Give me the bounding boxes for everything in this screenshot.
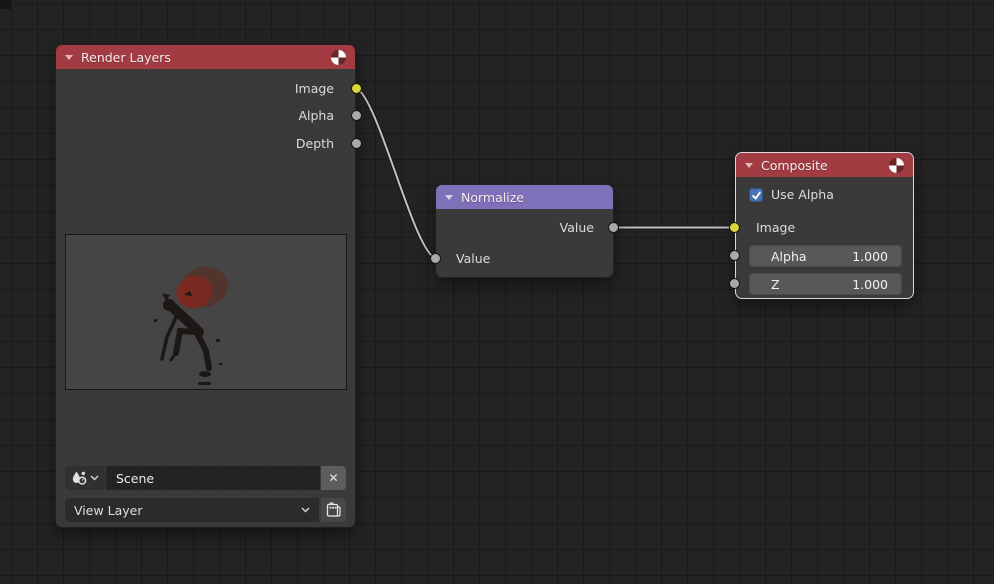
node-composite[interactable]: Composite Use Alpha Image Alpha 1.000 Z … (735, 152, 914, 299)
node-editor-canvas[interactable]: Render Layers Image Alpha Depth (0, 0, 994, 584)
view-layer-value: View Layer (74, 503, 143, 518)
node-normalize[interactable]: Normalize Value Value (435, 184, 614, 278)
node-header-composite[interactable]: Composite (736, 153, 913, 177)
scene-name-value: Scene (116, 471, 154, 486)
socket-renderlayers-alpha-output[interactable] (351, 110, 362, 121)
alpha-value-slider[interactable]: Alpha 1.000 (749, 245, 902, 267)
scene-selector-row: Scene ✕ (65, 466, 346, 490)
chevron-down-icon (301, 507, 310, 513)
link-renderlayers-image-to-normalize-value[interactable] (356, 88, 435, 258)
preview-image (65, 234, 347, 390)
chevron-down-icon (90, 475, 99, 481)
input-label-value: Value (456, 251, 490, 267)
node-title: Normalize (461, 190, 604, 205)
socket-normalize-value-input[interactable] (430, 253, 441, 264)
render-layers-icon (325, 502, 342, 519)
scene-icon (71, 470, 87, 486)
socket-renderlayers-image-output[interactable] (351, 83, 362, 94)
render-result-icon (889, 158, 904, 173)
use-alpha-label: Use Alpha (771, 187, 834, 203)
output-label-value: Value (560, 220, 594, 236)
node-header-render-layers[interactable]: Render Layers (56, 45, 355, 69)
socket-composite-image-input[interactable] (729, 222, 740, 233)
scene-type-selector[interactable] (65, 466, 105, 490)
alpha-label: Alpha (749, 249, 807, 264)
node-title: Render Layers (81, 50, 323, 65)
alpha-value: 1.000 (852, 249, 902, 264)
character-thumbnail (66, 235, 346, 389)
node-header-normalize[interactable]: Normalize (436, 185, 613, 209)
output-label-image: Image (295, 81, 334, 97)
socket-renderlayers-depth-output[interactable] (351, 138, 362, 149)
checkmark-icon (751, 190, 762, 201)
view-layer-dropdown[interactable]: View Layer (65, 498, 319, 522)
collapse-triangle-icon[interactable] (745, 163, 753, 168)
clear-icon: ✕ (328, 471, 338, 485)
input-label-image: Image (756, 220, 795, 236)
view-layer-row: View Layer (65, 498, 346, 522)
z-value-slider[interactable]: Z 1.000 (749, 273, 902, 295)
z-value: 1.000 (852, 277, 902, 292)
collapse-triangle-icon[interactable] (65, 55, 73, 60)
clear-scene-button[interactable]: ✕ (321, 466, 346, 490)
node-render-layers[interactable]: Render Layers Image Alpha Depth (55, 44, 356, 528)
use-alpha-checkbox[interactable] (749, 188, 763, 202)
view-layer-icon-button[interactable] (321, 498, 346, 522)
node-title: Composite (761, 158, 881, 173)
render-result-icon (331, 50, 346, 65)
collapse-triangle-icon[interactable] (445, 195, 453, 200)
z-label: Z (749, 277, 780, 292)
output-label-depth: Depth (296, 136, 334, 152)
scene-name-field[interactable]: Scene (106, 466, 320, 490)
editor-corner (0, 0, 11, 9)
socket-composite-z-input[interactable] (729, 278, 740, 289)
socket-composite-alpha-input[interactable] (729, 250, 740, 261)
output-label-alpha: Alpha (298, 108, 334, 124)
socket-normalize-value-output[interactable] (608, 222, 619, 233)
